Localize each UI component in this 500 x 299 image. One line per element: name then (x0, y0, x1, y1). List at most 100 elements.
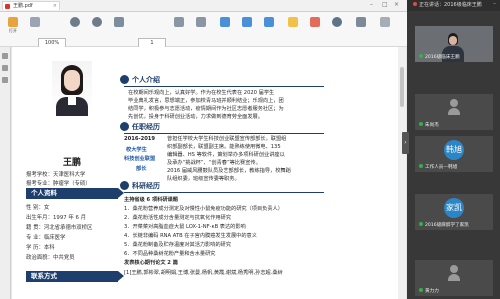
speaking-text: 正在讲话：2016级临床王鹏 (419, 2, 482, 8)
rotate-icon (114, 17, 124, 27)
search-button[interactable] (326, 15, 348, 42)
close-icon[interactable]: × (53, 2, 57, 11)
work-org: 科技创业联盟 (124, 156, 156, 162)
open-button[interactable]: 打开 (2, 15, 24, 42)
chevron-right-icon (196, 17, 206, 27)
minimize-icon[interactable]: – (370, 1, 373, 8)
hometown-line: 籍 贯：河北省承德市双桥区 (26, 225, 93, 231)
profile-photo (52, 61, 92, 116)
thumbnails-icon[interactable] (2, 53, 8, 59)
highlight-button[interactable] (282, 15, 304, 42)
mic-icon (419, 122, 423, 126)
work-line: 曾担任学校大学生科技创业联盟宣传部部长，联盟组 (167, 136, 287, 142)
research-line: 5．桑花粉制备及贮存温度对其活力影响的研究 (124, 242, 232, 248)
apply-major: 报考专业：肿瘤学（专硕） (26, 179, 91, 187)
chevron-left-icon (174, 17, 184, 27)
briefcase-icon (120, 121, 129, 131)
mic-icon (419, 164, 423, 168)
participant-tile[interactable]: 家凯 2016级麻醉学了家凯 (415, 194, 493, 230)
single-page-icon (242, 17, 252, 27)
pdf-viewer-window: 王鹏.pdf × – □ × 打开 100% 1 王鹏 报考学校：天津医科大学 … (0, 0, 407, 299)
next-page-button[interactable] (190, 15, 212, 42)
vertical-scrollbar[interactable] (398, 47, 406, 299)
annotate-button[interactable] (304, 15, 326, 42)
intro-line: 先创优，投身于科研创业活动，力求做到德育劳全面发展。 (128, 114, 263, 120)
research-title: 科研经历 (132, 182, 160, 190)
highlight-icon (288, 17, 298, 27)
birth-line: 出生年月：1997 年 6 月 (26, 215, 87, 221)
mic-icon (419, 288, 423, 292)
zoom-in-button[interactable] (86, 15, 108, 42)
participant-name: 2016级临床王鹏 (425, 55, 460, 60)
work-line: 及承办“挑战杯”、“创青春”等比赛宣传。 (167, 160, 261, 166)
research-line: 3．开菜菜对高脂血症大鼠 LOX-1-NF-κB 表达的影响 (124, 224, 246, 230)
apply-school-value: 天津医科大学 (52, 172, 86, 178)
user-avatar-icon (450, 99, 458, 107)
apply-major-value: 肿瘤学（专硕） (52, 181, 91, 187)
research-line: 2．桑花粉活性成分含量测定与抗氧化作用研究 (124, 215, 232, 221)
search-icon (332, 17, 342, 27)
work-line: 队组织委，班级宣传委等职务。 (167, 176, 240, 182)
intro-line: 毕业典礼发言，思想端正，参加校青马班并顺利结业；乐观向上，团 (128, 98, 284, 104)
close-window-icon[interactable]: × (394, 1, 399, 8)
user-avatar-body (448, 274, 460, 281)
rotate-button[interactable] (108, 15, 130, 42)
participant-tile[interactable]: 韩旭 工作人员—韩旭 (415, 136, 493, 172)
double-page-button[interactable] (258, 15, 280, 42)
zoom-out-button[interactable] (64, 15, 86, 42)
work-line: 织部副部长，联盟副主席。能熟练使用微电、135 (167, 144, 281, 150)
participant-tile[interactable]: 朱尚杰 (415, 94, 493, 130)
flask-icon (120, 180, 129, 190)
participant-caption: 工作人员—韩旭 (419, 164, 457, 170)
participant-caption: 2016级临床王鹏 (419, 54, 460, 60)
work-line: 编辑器、HS 等软件，策划举办多项科研创业讲座以 (167, 152, 285, 158)
collapse-panel-button[interactable]: › (402, 132, 409, 154)
personal-section-header: 个人资料 (26, 188, 124, 199)
prev-page-button[interactable] (168, 15, 190, 42)
fit-page-button[interactable] (214, 15, 236, 42)
intro-section-header: 个人介绍 (120, 74, 160, 86)
user-avatar-icon (450, 265, 458, 273)
work-section-header: 任职经历 (120, 121, 160, 133)
toolbar: 打开 100% 1 (0, 12, 407, 48)
intro-line: 在校期间乐观向上，认真好学。作为在校生代表在 2020 届学生 (128, 90, 275, 96)
more-icon (380, 17, 390, 27)
mic-icon (419, 54, 423, 58)
mic-icon (419, 222, 423, 226)
bookmark-icon[interactable] (2, 65, 8, 71)
degree-line: 学 历：本科 (26, 245, 55, 251)
apply-school: 报考学校：天津医科大学 (26, 170, 85, 178)
research-line: 1．桑花粉营养成分测定及对慢性小鼠免疫功能的研究（项目负责人） (124, 205, 283, 212)
work-org: 校大学生 (126, 147, 147, 153)
print-icon (356, 17, 366, 27)
politics-line: 政治面貌：中共党员 (26, 255, 75, 261)
research-line: 6．不同品种桑树花粉产量和含水量研究 (124, 251, 216, 257)
participant-tile[interactable]: 黄力力 (415, 260, 493, 296)
print-button[interactable] (350, 15, 372, 42)
intro-line: 结同学，积极参与志愿活动，疫情期间作为社区志愿者服务社区；为 (128, 106, 284, 112)
participant-name: 工作人员—韩旭 (425, 165, 458, 170)
single-page-button[interactable] (236, 15, 258, 42)
fit-page-icon (220, 17, 230, 27)
more-button[interactable] (374, 15, 396, 42)
maximize-icon[interactable]: □ (382, 1, 388, 8)
work-role: 部长 (136, 166, 147, 172)
resume-name: 王鹏 (62, 158, 81, 168)
section-divider (124, 86, 324, 87)
undo-icon (30, 17, 40, 27)
tab-document[interactable]: 王鹏.pdf × (2, 1, 60, 10)
minimize-panel-icon[interactable]: – (493, 0, 496, 7)
scrollbar-thumb[interactable] (400, 67, 404, 107)
gender-line: 性 别：女 (26, 205, 50, 211)
section-divider (124, 192, 324, 193)
work-years: 2016-2019 (124, 136, 156, 142)
participant-name: 黄力力 (425, 289, 439, 294)
comment-icon[interactable] (2, 77, 8, 83)
section-divider (124, 133, 324, 134)
speaking-indicator: 正在讲话：2016级临床王鹏 (407, 0, 500, 11)
zoom-out-icon (70, 17, 80, 27)
contact-section-header: 联系方式 (26, 271, 124, 282)
paper-line: [1]王鹏,郭彬翠,胡明娟,王博,张曼,杨帆,黄霞,谢斌,杨秀明,孙志超.桑树 (124, 270, 283, 276)
participant-caption: 黄力力 (419, 288, 439, 294)
participant-tile[interactable]: 2016级临床王鹏 (415, 26, 493, 62)
